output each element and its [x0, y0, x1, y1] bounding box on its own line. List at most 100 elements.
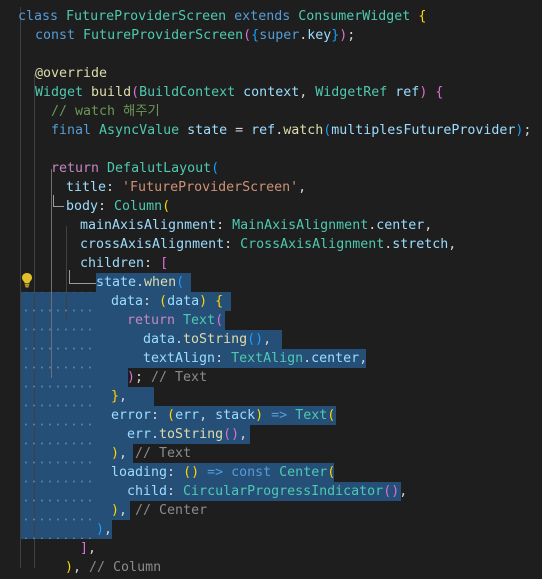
- code-token: ]: [80, 541, 89, 556]
- code-line: ],: [80, 539, 96, 558]
- code-token: (: [243, 28, 252, 43]
- code-token: ,: [104, 522, 113, 537]
- code-line: children: [: [80, 254, 168, 273]
- code-token: FutureProviderScreen: [83, 28, 244, 43]
- code-token: CircularProgressIndicator: [183, 484, 384, 499]
- code-token: center: [376, 218, 425, 233]
- code-line: const FutureProviderScreen({super.key});: [35, 26, 355, 45]
- code-token: ,: [448, 237, 457, 252]
- code-token: Column: [114, 199, 163, 214]
- code-token: DefalutLayout: [107, 161, 212, 176]
- inlay-hint: // Text: [151, 370, 208, 385]
- code-token: ,: [263, 332, 272, 347]
- code-line: error: (err, stack) => Text(: [111, 406, 335, 425]
- code-token: ,: [359, 351, 368, 366]
- code-line: child: CircularProgressIndicator(),: [127, 482, 407, 501]
- code-token: :: [216, 218, 233, 233]
- code-line: ), // Center: [111, 501, 207, 520]
- code-token: =: [235, 123, 252, 138]
- code-token: ,: [299, 85, 316, 100]
- code-token: children: [80, 256, 145, 271]
- code-token: center: [311, 351, 360, 366]
- code-line: err.toString(),: [127, 425, 247, 444]
- code-token: :: [215, 351, 232, 366]
- code-token: ,: [88, 541, 97, 556]
- code-token: :: [144, 256, 161, 271]
- tree-connector-body: [53, 195, 64, 207]
- code-token: ref: [251, 123, 276, 138]
- code-line: body: Column(: [66, 197, 170, 216]
- code-line: // watch 해주기: [51, 102, 160, 121]
- code-token: ): [65, 560, 74, 575]
- code-token: (): [223, 427, 240, 442]
- code-token: when: [144, 275, 177, 290]
- code-token: TextAlign: [231, 351, 304, 366]
- code-token: BuildContext: [139, 85, 244, 100]
- code-token: final: [51, 123, 100, 138]
- code-token: .: [136, 275, 145, 290]
- inlay-hint: // Column: [89, 560, 162, 575]
- code-line: Widget build(BuildContext context, Widge…: [35, 83, 443, 102]
- code-token: body: [66, 199, 99, 214]
- code-token: crossAxisAlignment: [80, 237, 225, 252]
- code-token: err: [127, 427, 152, 442]
- code-token: multiplesFutureProvider: [331, 123, 516, 138]
- code-token: (: [167, 408, 176, 423]
- code-line: title: 'FutureProviderScreen',: [66, 178, 306, 197]
- code-token: mainAxisAlignment: [80, 218, 217, 233]
- code-line: class FutureProviderScreen extends Consu…: [18, 7, 426, 26]
- code-token: [: [160, 256, 169, 271]
- code-line: @override: [35, 64, 107, 83]
- code-token: context: [243, 85, 300, 100]
- code-token: ,: [119, 503, 136, 518]
- code-token: stretch: [392, 237, 449, 252]
- code-token: ;: [347, 28, 356, 43]
- code-token: WidgetRef: [315, 85, 396, 100]
- code-token: data: [143, 332, 176, 347]
- code-token: ,: [119, 389, 128, 404]
- code-token: state: [96, 275, 137, 290]
- code-token: Center: [279, 465, 328, 480]
- code-token: .: [151, 427, 160, 442]
- code-token: Text: [183, 313, 216, 328]
- code-token: =>: [271, 408, 296, 423]
- code-line: },: [111, 387, 127, 406]
- code-token: 'FutureProviderScreen': [122, 180, 299, 195]
- code-token: ): [127, 370, 136, 385]
- code-token: ): [419, 85, 436, 100]
- code-line: data: (data) {: [111, 292, 223, 311]
- code-token: ,: [424, 218, 433, 233]
- code-token: (: [131, 85, 140, 100]
- code-token: @override: [35, 66, 108, 81]
- code-line: ), // Column: [65, 558, 161, 577]
- code-line: crossAxisAlignment: CrossAxisAlignment.s…: [80, 235, 456, 254]
- inlay-hint: // Center: [135, 503, 208, 518]
- code-token: data: [111, 294, 144, 309]
- code-token: (: [176, 275, 185, 290]
- code-token: ): [255, 408, 272, 423]
- lightbulb-icon[interactable]: [21, 272, 33, 288]
- code-line: return Text(: [127, 311, 223, 330]
- code-token: ): [111, 446, 120, 461]
- code-token: FutureProviderScreen: [66, 9, 235, 24]
- code-token: build: [91, 85, 132, 100]
- code-token: ): [199, 294, 216, 309]
- code-token: ref: [395, 85, 420, 100]
- code-token: // watch 해주기: [51, 104, 160, 119]
- code-line: final AsyncValue state = ref.watch(multi…: [51, 121, 531, 140]
- code-editor[interactable]: class FutureProviderScreen extends Consu…: [0, 0, 542, 579]
- code-token: (: [327, 465, 336, 480]
- code-token: ,: [73, 560, 90, 575]
- code-token: AsyncValue: [99, 123, 188, 138]
- inlay-hint: // Text: [135, 446, 192, 461]
- code-token: ;: [135, 370, 152, 385]
- selected-whitespace-dots: [20, 292, 96, 539]
- code-token: (): [247, 332, 264, 347]
- code-token: (: [159, 294, 168, 309]
- code-line: ), // Text: [111, 444, 191, 463]
- code-token: return: [127, 313, 184, 328]
- code-token: error: [111, 408, 152, 423]
- code-token: ,: [119, 446, 136, 461]
- code-token: title: [66, 180, 107, 195]
- code-token: :: [106, 180, 123, 195]
